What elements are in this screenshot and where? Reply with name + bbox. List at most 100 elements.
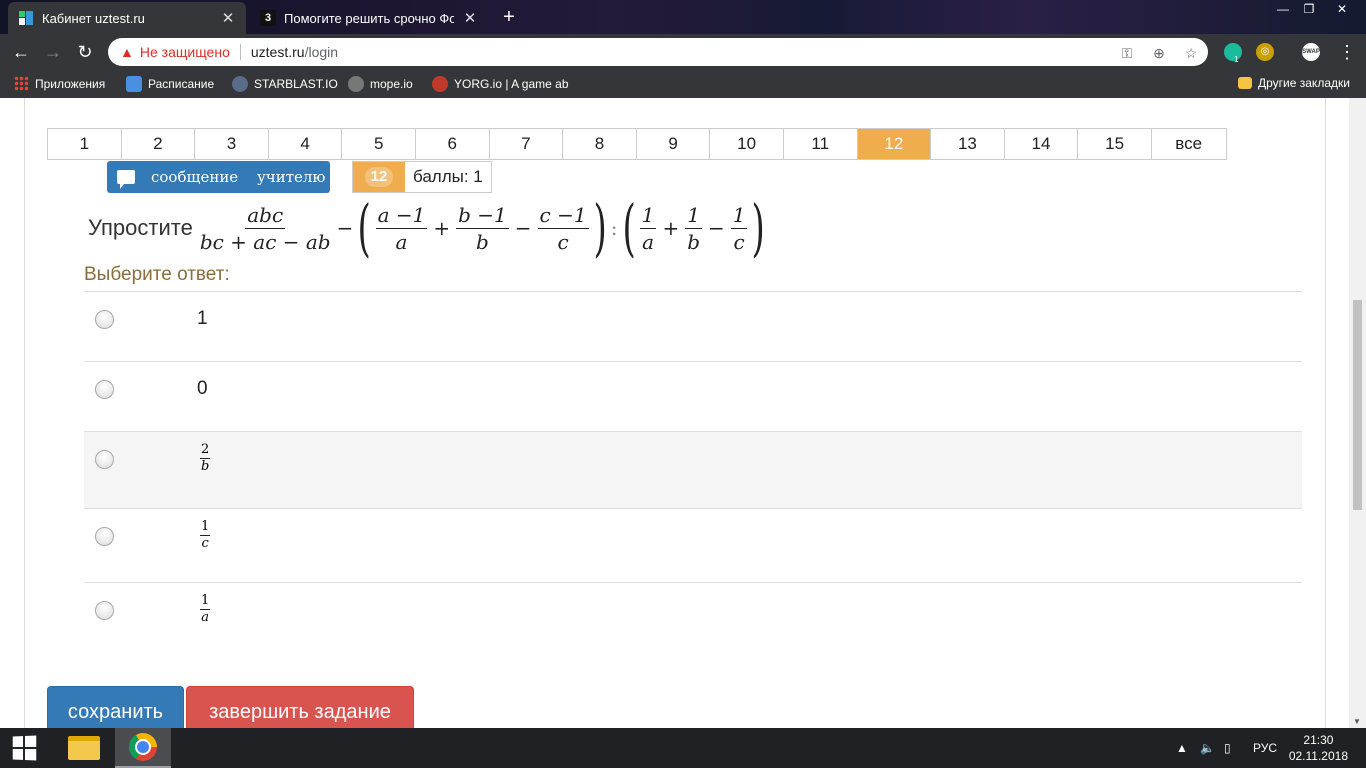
answer-option[interactable]: 1 c xyxy=(84,509,1302,583)
close-window-icon[interactable]: ✕ xyxy=(1326,0,1358,18)
bookmark-apps[interactable]: Приложения xyxy=(14,76,105,91)
denominator: c xyxy=(733,229,745,254)
denominator: a xyxy=(395,229,408,254)
shield-extension-icon[interactable]: 1 xyxy=(1224,43,1242,64)
divider xyxy=(239,44,241,60)
nav-question-9[interactable]: 9 xyxy=(636,129,711,159)
start-button[interactable] xyxy=(0,728,48,768)
answer-option[interactable]: 1 xyxy=(84,292,1302,362)
new-tab-button[interactable]: + xyxy=(497,6,521,30)
answer-value: 1 xyxy=(197,308,208,329)
save-button[interactable]: сохранить xyxy=(47,686,184,728)
bookmark-starblast[interactable]: STARBLAST.IO xyxy=(232,76,338,92)
denominator: a xyxy=(201,610,210,625)
scrollbar-thumb[interactable] xyxy=(1353,300,1362,510)
nav-question-10[interactable]: 10 xyxy=(710,129,784,159)
nav-question-6[interactable]: 6 xyxy=(415,129,490,159)
finish-task-button[interactable]: завершить задание xyxy=(186,686,414,728)
nav-question-15[interactable]: 15 xyxy=(1078,129,1152,159)
message-teacher-label: сообщение учителю xyxy=(151,168,326,186)
bookmark-yorg[interactable]: YORG.io | A game ab xyxy=(432,76,569,92)
bookmark-schedule[interactable]: Расписание xyxy=(126,76,214,92)
answer-radio[interactable] xyxy=(95,310,114,329)
denominator: c xyxy=(201,536,209,551)
nav-question-3[interactable]: 3 xyxy=(195,129,269,159)
nav-all-button[interactable]: все xyxy=(1151,129,1226,159)
windows-logo-icon xyxy=(12,735,37,761)
tray-chevron-icon[interactable]: ▲ xyxy=(1176,728,1188,768)
nav-question-12[interactable]: 12 xyxy=(857,129,932,159)
nav-question-7[interactable]: 7 xyxy=(489,129,564,159)
numerator: 1 xyxy=(685,202,702,229)
question-text: Упростите abc bc + ac − ab − ( a −1 a + … xyxy=(88,194,767,262)
volume-muted-icon[interactable]: 🔈 xyxy=(1200,728,1215,768)
tab-znanija[interactable]: 3 Помогите решить срочно Фото ✕ xyxy=(250,2,488,34)
numerator: a −1 xyxy=(375,202,428,229)
taskbar-chrome[interactable] xyxy=(115,728,171,768)
bookmark-label: Другие закладки xyxy=(1258,76,1350,90)
scroll-down-icon[interactable]: ▼ xyxy=(1353,717,1361,726)
fraction: 1 a xyxy=(639,204,657,253)
operator: + xyxy=(433,216,451,240)
nav-question-14[interactable]: 14 xyxy=(1004,129,1079,159)
security-status: Не защищено xyxy=(139,44,230,60)
tab-title: Помогите решить срочно Фото xyxy=(284,10,454,26)
answer-option[interactable]: 1 a xyxy=(84,583,1302,653)
numerator: c −1 xyxy=(537,202,589,229)
message-teacher-button[interactable]: сообщение учителю xyxy=(107,161,330,193)
denominator: bc + ac − ab xyxy=(199,229,331,254)
coin-extension-icon[interactable]: ◎ xyxy=(1256,43,1274,61)
network-icon[interactable]: ▯ xyxy=(1224,728,1231,768)
reload-icon[interactable]: ↻ xyxy=(72,39,98,65)
ship-icon xyxy=(232,76,248,92)
language-indicator[interactable]: РУС xyxy=(1253,728,1277,768)
forward-icon[interactable]: → xyxy=(40,39,66,65)
tab-strip: Кабинет uztest.ru ✕ 3 Помогите решить ср… xyxy=(0,0,1366,34)
answer-option[interactable]: 0 xyxy=(84,362,1302,432)
nav-question-8[interactable]: 8 xyxy=(563,129,637,159)
nav-question-1[interactable]: 1 xyxy=(48,129,122,159)
answer-radio[interactable] xyxy=(95,527,114,546)
close-icon[interactable]: ✕ xyxy=(462,9,478,27)
numerator: 1 xyxy=(200,593,211,610)
swap-extension-icon[interactable]: SWAP xyxy=(1302,43,1320,61)
bookmark-label: mope.io xyxy=(370,77,413,91)
comment-icon xyxy=(117,170,135,189)
nav-question-13[interactable]: 13 xyxy=(931,129,1005,159)
numerator: b −1 xyxy=(456,202,509,229)
nav-question-2[interactable]: 2 xyxy=(121,129,196,159)
page-scrollbar[interactable]: ▼ xyxy=(1349,98,1366,728)
url-path: /login xyxy=(304,44,339,60)
yorg-icon xyxy=(432,76,448,92)
nav-question-11[interactable]: 11 xyxy=(783,129,858,159)
tab-uztest[interactable]: Кабинет uztest.ru ✕ xyxy=(8,2,246,34)
denominator: c xyxy=(557,229,569,254)
bookmark-other[interactable]: Другие закладки xyxy=(1238,76,1350,90)
star-icon[interactable]: ☆ xyxy=(1182,44,1200,62)
fraction: 1 b xyxy=(685,204,702,253)
back-icon[interactable]: ← xyxy=(8,39,34,65)
znanija-favicon-icon: 3 xyxy=(260,10,276,26)
numerator: 1 xyxy=(730,202,748,229)
choose-answer-label: Выберите ответ: xyxy=(84,264,230,285)
clock[interactable]: 21:30 02.11.2018 xyxy=(1289,732,1348,764)
menu-icon[interactable]: ⋮ xyxy=(1334,39,1360,65)
nav-question-4[interactable]: 4 xyxy=(268,129,343,159)
answer-radio[interactable] xyxy=(95,380,114,399)
apps-grid-icon xyxy=(14,76,29,91)
bookmark-mope[interactable]: mope.io xyxy=(348,76,413,92)
zoom-icon[interactable]: ⊕ xyxy=(1150,44,1168,62)
tab-title: Кабинет uztest.ru xyxy=(42,10,145,26)
right-paren: ) xyxy=(751,191,766,264)
answer-option[interactable]: 2 b xyxy=(84,432,1302,509)
taskbar-explorer[interactable] xyxy=(56,728,112,768)
address-bar[interactable]: ▲ Не защищено uztest.ru /login ⚿ ⊕ ☆ xyxy=(108,38,1208,66)
minimize-icon[interactable]: — xyxy=(1270,0,1296,18)
nav-question-5[interactable]: 5 xyxy=(342,129,416,159)
answer-radio[interactable] xyxy=(95,450,114,469)
close-icon[interactable]: ✕ xyxy=(220,9,236,27)
key-icon[interactable]: ⚿ xyxy=(1118,44,1136,62)
chrome-icon xyxy=(129,733,157,761)
answer-radio[interactable] xyxy=(95,601,114,620)
restore-icon[interactable]: ❐ xyxy=(1296,0,1322,18)
